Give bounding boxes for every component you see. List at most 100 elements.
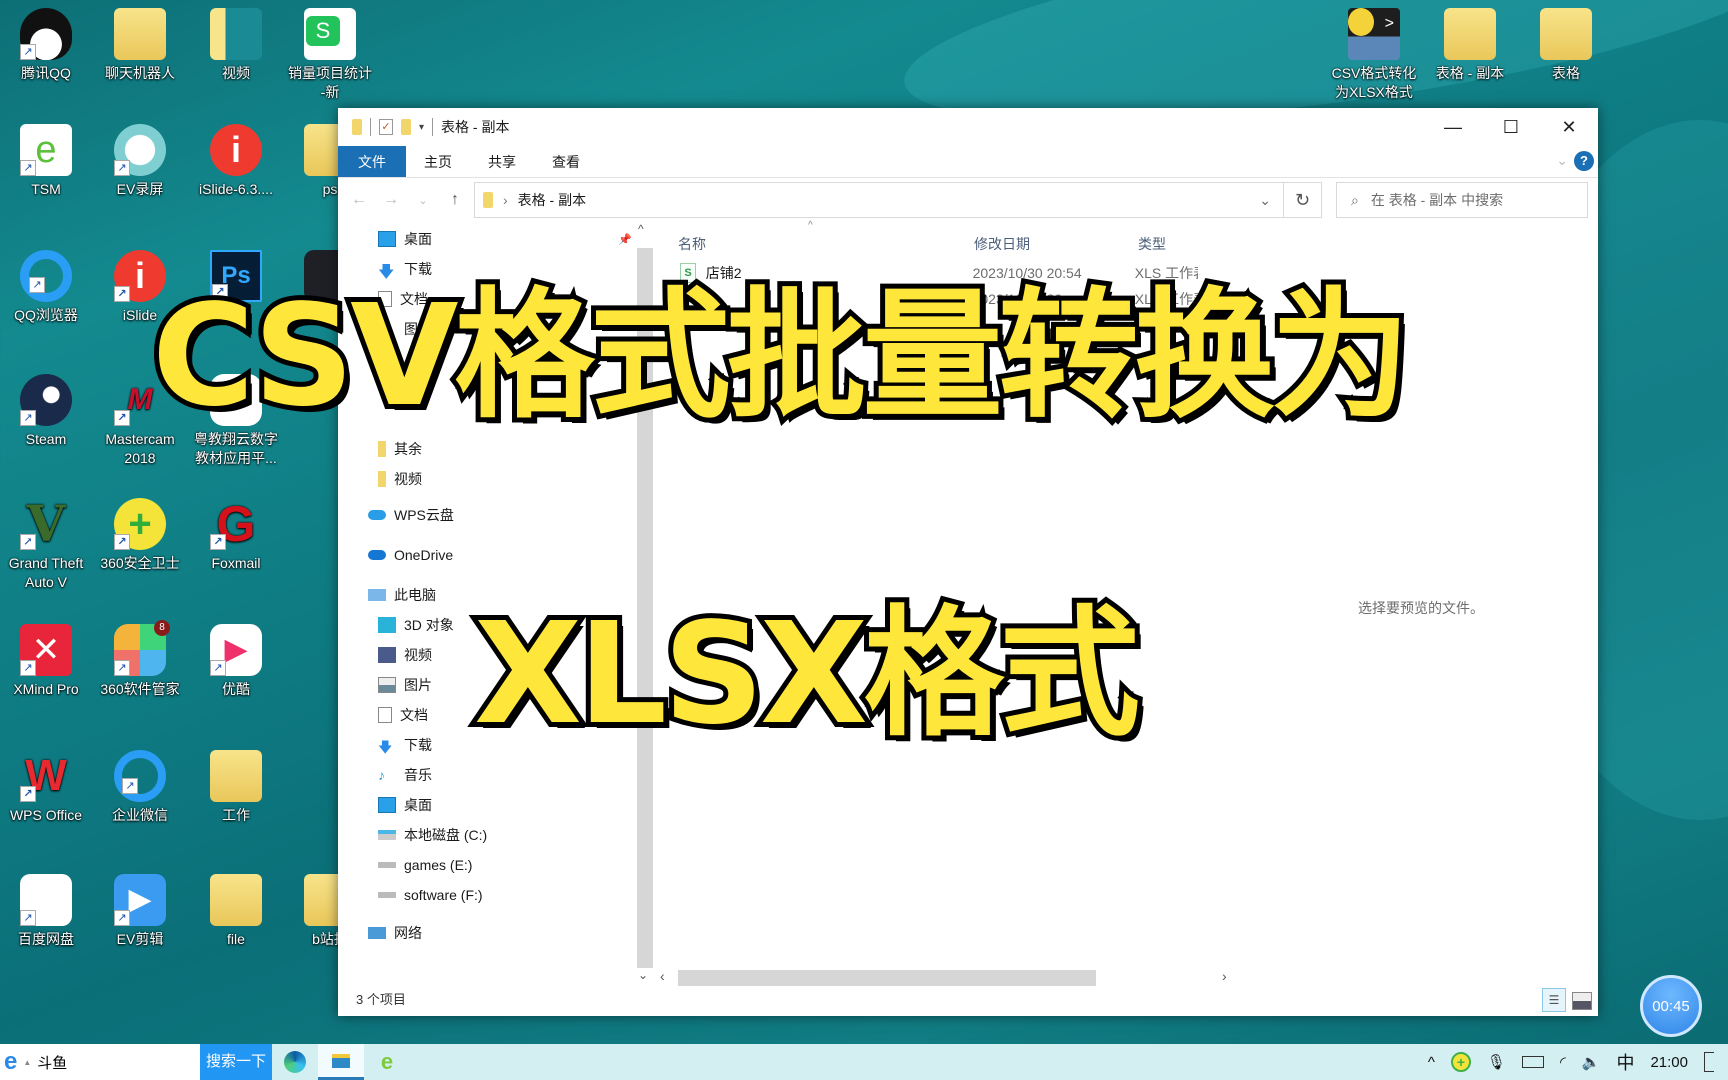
sidebar-item-downloads-pc[interactable]: 🡇 下载 bbox=[378, 732, 432, 758]
taskbar-file-explorer[interactable] bbox=[318, 1044, 365, 1080]
desktop-icon-chatbot[interactable]: 聊天机器人 bbox=[94, 2, 186, 83]
back-button[interactable]: ← bbox=[346, 191, 372, 209]
column-header-name[interactable]: 名称 bbox=[678, 234, 706, 254]
desktop-icon-video-folder[interactable]: 视频 bbox=[190, 2, 282, 83]
desktop-icon-wps[interactable]: W ↗ WPS Office bbox=[0, 744, 92, 825]
desktop-icon-ev-editor[interactable]: ▶ ↗ EV剪辑 bbox=[94, 868, 186, 949]
close-button[interactable]: ✕ bbox=[1540, 108, 1598, 146]
sidebar-item-music[interactable]: ♪ 音乐 bbox=[378, 762, 432, 788]
desktop-icon-work-folder[interactable]: 工作 bbox=[190, 744, 282, 825]
taskbar-360-browser[interactable]: e bbox=[364, 1044, 410, 1080]
column-header-type[interactable]: 类型 bbox=[1138, 234, 1166, 254]
desktop-icon-table-folder[interactable]: 表格 bbox=[1520, 2, 1612, 83]
address-dropdown-icon[interactable]: ⌄ bbox=[1259, 192, 1271, 209]
expand-ribbon-icon[interactable]: ⌄ bbox=[1556, 152, 1568, 169]
maximize-button[interactable]: ☐ bbox=[1482, 108, 1540, 146]
sidebar-item-desktop[interactable]: 桌面 📌 bbox=[378, 226, 632, 252]
desktop-icon-steam[interactable]: ↗ Steam bbox=[0, 368, 92, 449]
folder-icon bbox=[483, 192, 493, 208]
scroll-down-arrow[interactable]: ⌄ bbox=[638, 968, 648, 982]
tab-share[interactable]: 共享 bbox=[470, 146, 534, 177]
desktop-icon-xmind[interactable]: ✕ ↗ XMind Pro bbox=[0, 618, 92, 699]
scroll-left-arrow[interactable]: ‹ bbox=[660, 968, 665, 984]
microphone-icon[interactable]: 🎙 bbox=[1487, 1053, 1506, 1071]
sidebar-item-3d-objects[interactable]: 3D 对象 bbox=[378, 612, 454, 638]
desktop-icon-foxmail[interactable]: G ↗ Foxmail bbox=[190, 492, 282, 573]
python-script-icon: > bbox=[1348, 8, 1400, 60]
taskbar-edge[interactable] bbox=[272, 1044, 318, 1080]
battery-icon[interactable] bbox=[1521, 1056, 1544, 1068]
folder-icon bbox=[352, 119, 362, 135]
minimize-button[interactable]: — bbox=[1424, 108, 1482, 146]
sidebar-item-videos-folder[interactable]: 视频 bbox=[378, 466, 422, 492]
address-bar[interactable]: › 表格 - 副本 ⌄ bbox=[474, 182, 1284, 218]
properties-checkbox-icon[interactable]: ✓ bbox=[379, 119, 393, 135]
refresh-button[interactable]: ↻ bbox=[1284, 182, 1322, 218]
scroll-up-arrow[interactable]: ^ bbox=[638, 222, 644, 236]
scroll-right-arrow[interactable]: › bbox=[1222, 968, 1227, 984]
sidebar-item-drive-e[interactable]: games (E:) bbox=[378, 852, 472, 878]
desktop-icon-wecom[interactable]: ↗ 企业微信 bbox=[94, 744, 186, 825]
folder-icon bbox=[332, 1053, 351, 1068]
tab-home[interactable]: 主页 bbox=[406, 146, 470, 177]
sidebar-item-drive-f[interactable]: software (F:) bbox=[378, 882, 483, 908]
show-hidden-icons-chevron[interactable]: ^ bbox=[1428, 1054, 1435, 1071]
breadcrumb-chevron-icon[interactable]: › bbox=[503, 192, 508, 208]
desktop-icon-360-software[interactable]: 8 ↗ 360软件管家 bbox=[94, 618, 186, 699]
ime-indicator[interactable]: 中 bbox=[1616, 1049, 1634, 1075]
sidebar-item-videos[interactable]: 视频 bbox=[378, 642, 432, 668]
search-engine-dropdown-icon[interactable]: ▲ bbox=[23, 1058, 31, 1067]
desktop-icon-youku[interactable]: ▶ ↗ 优酷 bbox=[190, 618, 282, 699]
new-folder-icon[interactable] bbox=[401, 119, 411, 135]
360-tray-icon[interactable]: + bbox=[1450, 1052, 1471, 1072]
system-tray: ^ + 🎙 ◜ 🔈 中 21:00 bbox=[1428, 1044, 1728, 1080]
wifi-icon[interactable]: ◜ bbox=[1560, 1053, 1566, 1071]
title-bar: ✓ ▾ 表格 - 副本 — ☐ ✕ bbox=[338, 108, 1598, 146]
sidebar-item-drive-c[interactable]: 本地磁盘 (C:) bbox=[378, 822, 487, 848]
desktop-icon-baidu[interactable]: ↗ 百度网盘 bbox=[0, 868, 92, 949]
search-go-button[interactable]: 搜索一下 bbox=[200, 1044, 273, 1080]
details-view-button[interactable]: ☰ bbox=[1542, 988, 1566, 1012]
breadcrumb[interactable]: 表格 - 副本 bbox=[518, 190, 586, 210]
pin-icon[interactable]: 📌 bbox=[618, 233, 632, 246]
sidebar-item-wps-cloud[interactable]: WPS云盘 bbox=[368, 502, 454, 528]
desktop-icon-qq-browser[interactable]: ↗ QQ浏览器 bbox=[0, 244, 92, 325]
desktop-icon-360-safe[interactable]: + ↗ 360安全卫士 bbox=[94, 492, 186, 573]
desktop-icon-gta[interactable]: V ↗ Grand Theft Auto V bbox=[0, 492, 92, 592]
download-arrow-icon: 🡇 bbox=[378, 739, 393, 755]
sidebar-item-documents-pc[interactable]: 文档 bbox=[378, 702, 428, 728]
clock-time[interactable]: 21:00 bbox=[1650, 1054, 1688, 1071]
desktop-icon-sales-stats[interactable]: S 销量项目统计 -新 bbox=[284, 2, 376, 102]
search-input[interactable]: ⌕ 在 表格 - 副本 中搜索 bbox=[1336, 182, 1588, 218]
volume-icon[interactable]: 🔈 bbox=[1582, 1053, 1601, 1071]
sidebar-item-pictures-pc[interactable]: 图片 bbox=[378, 672, 432, 698]
icon-label: Steam bbox=[25, 431, 67, 447]
sidebar-item-onedrive[interactable]: OneDrive bbox=[368, 542, 453, 568]
desktop-icon-file-folder[interactable]: file bbox=[190, 868, 282, 949]
desktop-icon-tsm[interactable]: e ↗ TSM bbox=[0, 118, 92, 199]
help-icon[interactable]: ? bbox=[1574, 151, 1594, 171]
recent-locations-dropdown[interactable]: ⌄ bbox=[410, 194, 436, 207]
desktop-icon-table-copy-folder[interactable]: 表格 - 副本 bbox=[1424, 2, 1516, 83]
large-icons-view-button[interactable] bbox=[1572, 992, 1592, 1010]
tab-file[interactable]: 文件 bbox=[338, 146, 406, 177]
tab-view[interactable]: 查看 bbox=[534, 146, 598, 177]
notification-badge: 8 bbox=[154, 620, 170, 636]
taskbar-search-box[interactable]: e ▲ 斗鱼 bbox=[0, 1044, 200, 1080]
sidebar-item-this-pc[interactable]: 此电脑 bbox=[368, 582, 436, 608]
desktop-icon-qq[interactable]: ↗ 腾讯QQ bbox=[0, 2, 92, 83]
recording-timer[interactable]: 00:45 bbox=[1640, 975, 1702, 1037]
notification-center-icon[interactable] bbox=[1704, 1052, 1714, 1072]
sidebar-item-network[interactable]: 网络 bbox=[368, 920, 422, 946]
horizontal-scrollbar[interactable]: ‹ › bbox=[660, 968, 1240, 986]
quick-access-dropdown-icon[interactable]: ▾ bbox=[419, 122, 424, 133]
sidebar-item-desktop-pc[interactable]: 桌面 bbox=[378, 792, 432, 818]
up-button[interactable]: ↑ bbox=[442, 191, 468, 209]
desktop-icon-islide-installer[interactable]: i iSlide-6.3.... bbox=[190, 118, 282, 199]
sidebar-item-other[interactable]: 其余 bbox=[378, 436, 422, 462]
column-header-modified[interactable]: 修改日期 bbox=[974, 234, 1030, 254]
scrollbar-thumb[interactable] bbox=[678, 970, 1096, 986]
forward-button[interactable]: → bbox=[378, 191, 404, 209]
desktop-icon-csv-converter[interactable]: > CSV格式转化 为XLSX格式 bbox=[1328, 2, 1420, 102]
desktop-icon-ev-recorder[interactable]: ↗ EV录屏 bbox=[94, 118, 186, 199]
